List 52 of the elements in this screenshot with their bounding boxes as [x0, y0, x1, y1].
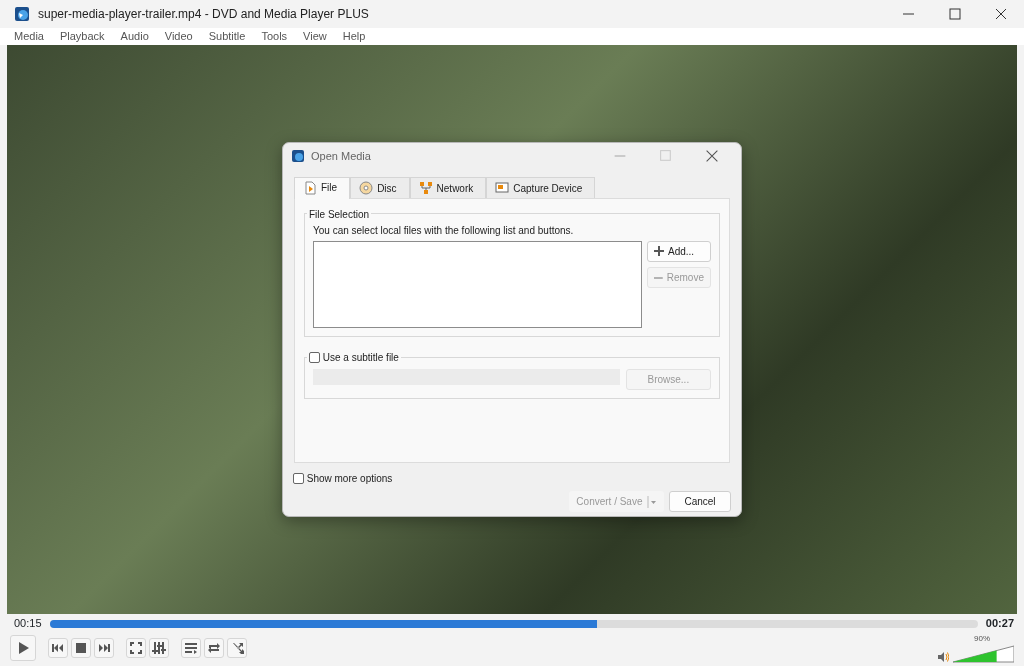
- volume-slider[interactable]: [952, 644, 1014, 663]
- checkbox-label: Use a subtitle file: [322, 350, 399, 365]
- app-logo-icon: [14, 6, 30, 22]
- menu-item[interactable]: Help: [334, 28, 374, 45]
- dialog-title: Open Media: [311, 148, 371, 164]
- hint-text: You can select local files with the following list and buttons.: [313, 223, 575, 238]
- menu-item[interactable]: Video: [156, 28, 201, 45]
- menu-item[interactable]: Tools: [253, 28, 296, 45]
- menu-item[interactable]: Subtitle: [200, 28, 254, 45]
- playlist-button[interactable]: [181, 637, 201, 658]
- stop-button[interactable]: [71, 637, 91, 658]
- menu-item[interactable]: View: [295, 28, 335, 45]
- total-time: 00:27: [985, 616, 1014, 632]
- monitor-icon: [495, 181, 510, 195]
- speaker-icon: [937, 650, 950, 663]
- shuffle-button[interactable]: [227, 637, 247, 658]
- file-list[interactable]: [313, 240, 642, 328]
- menu-item[interactable]: Playback: [51, 28, 113, 45]
- network-icon: [418, 181, 433, 195]
- checkbox[interactable]: [309, 351, 320, 363]
- seek-bar[interactable]: [49, 619, 978, 628]
- stop-icon: [74, 640, 88, 655]
- tab[interactable]: Disc: [350, 177, 410, 198]
- shuffle-icon: [230, 640, 244, 655]
- tab[interactable]: Capture Device: [486, 177, 596, 198]
- elapsed-time: 00:15: [14, 616, 42, 632]
- cancel-button[interactable]: Cancel: [669, 491, 731, 512]
- next-button[interactable]: [94, 637, 114, 658]
- fullscreen-button[interactable]: [126, 637, 146, 658]
- play-icon: [16, 640, 30, 655]
- previous-button[interactable]: [48, 637, 68, 658]
- disc-icon: [359, 181, 374, 195]
- equalizer-button[interactable]: [149, 637, 169, 658]
- checkbox[interactable]: [293, 473, 304, 484]
- dropdown-caret-icon: [646, 495, 657, 508]
- plus-icon: [654, 246, 664, 256]
- menu-item[interactable]: Media: [6, 28, 52, 45]
- loop-button[interactable]: [204, 637, 224, 658]
- checkbox-label: Show more options: [306, 472, 393, 486]
- tab[interactable]: Network: [409, 177, 487, 198]
- file-icon: [303, 180, 317, 195]
- play-button[interactable]: [10, 634, 36, 661]
- tab[interactable]: File: [294, 177, 351, 199]
- add-button[interactable]: Add...: [647, 240, 711, 262]
- menu-item[interactable]: Audio: [112, 28, 157, 45]
- fullscreen-icon: [129, 640, 143, 655]
- app-logo-icon: [291, 149, 305, 163]
- window-title: super-media-player-trailer.mp4 - DVD and Media Player PLUS: [38, 6, 369, 23]
- equalizer-icon: [152, 640, 166, 655]
- loop-icon: [207, 640, 221, 655]
- volume-level: 90%: [974, 632, 990, 645]
- playlist-icon: [184, 640, 198, 655]
